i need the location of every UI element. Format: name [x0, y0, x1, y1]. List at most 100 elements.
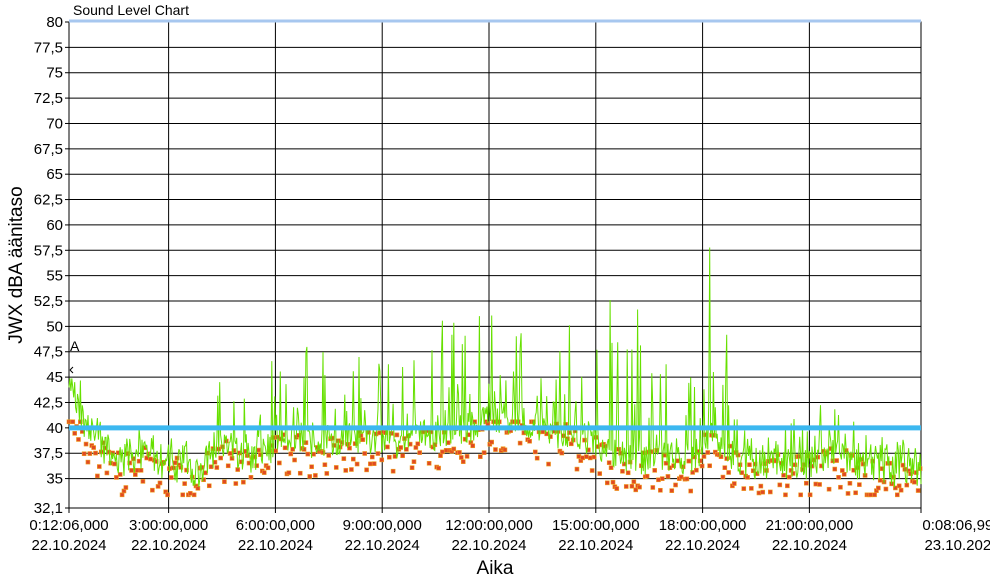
data-marker [722, 465, 728, 470]
data-marker [741, 486, 747, 491]
data-marker [369, 454, 375, 460]
data-marker [841, 471, 847, 477]
data-marker [70, 419, 76, 425]
data-marker [241, 479, 246, 485]
data-marker [426, 460, 432, 466]
data-marker [129, 468, 134, 473]
data-marker [309, 464, 314, 470]
data-marker [625, 470, 631, 476]
y-tick-label: 77,5 [34, 39, 63, 56]
data-marker [750, 468, 756, 474]
data-marker [206, 483, 212, 489]
data-marker [409, 465, 415, 470]
data-marker [290, 446, 295, 452]
y-tick-label: 60 [46, 217, 63, 234]
x-tick-labels: 0:12:06,000 22.10.2024 3:00:00,000 22.10.20… [29, 517, 990, 554]
data-marker [478, 454, 483, 459]
x-tick-date: 22.10.2024 [345, 537, 420, 554]
data-marker [165, 492, 170, 498]
data-marker [227, 451, 233, 456]
y-tick-label: 65 [46, 166, 63, 183]
data-marker [737, 462, 743, 468]
data-marker [169, 475, 174, 480]
data-marker [470, 443, 476, 449]
y-tick-label: 40 [46, 420, 63, 437]
y-tick-label: 47,5 [34, 344, 63, 361]
data-marker [438, 453, 443, 458]
y-tick-label: 55 [46, 268, 63, 285]
data-marker [172, 460, 178, 466]
data-marker [205, 450, 210, 456]
data-marker [277, 460, 282, 466]
y-tick-label: 52,5 [34, 293, 63, 310]
data-marker [400, 453, 405, 459]
data-marker [292, 457, 297, 463]
data-marker [792, 462, 798, 468]
data-marker [785, 483, 790, 489]
data-marker [798, 492, 803, 498]
data-marker [686, 458, 692, 464]
data-marker [95, 473, 100, 479]
y-tick-label: 62,5 [34, 192, 63, 209]
data-marker [387, 454, 392, 460]
data-marker [322, 462, 328, 468]
data-marker [532, 449, 538, 455]
data-marker [587, 455, 593, 461]
data-marker [760, 489, 766, 495]
data-marker [669, 488, 675, 493]
y-tick-label: 37,5 [34, 445, 63, 462]
data-marker [857, 482, 862, 487]
data-marker [140, 479, 146, 484]
data-marker [343, 468, 349, 473]
y-tick-label: 50 [46, 318, 63, 335]
data-marker [629, 483, 635, 489]
data-marker [832, 466, 838, 472]
data-marker [297, 470, 303, 476]
data-marker [114, 475, 119, 480]
data-marker [123, 485, 129, 490]
data-marker [411, 459, 417, 464]
data-marker [610, 479, 616, 485]
data-marker [845, 491, 851, 496]
y-tick-label: 75 [46, 65, 63, 82]
data-marker [777, 482, 783, 488]
data-marker [576, 454, 582, 459]
x-tick-label: 9:00:00,000 [343, 517, 422, 534]
data-marker [85, 459, 91, 465]
data-marker [701, 454, 707, 459]
data-marker [233, 481, 239, 486]
data-marker [385, 444, 390, 450]
chart-title: Sound Level Chart [73, 2, 189, 18]
data-marker [623, 484, 629, 489]
data-marker [440, 449, 445, 455]
y-tick-label: 72,5 [34, 90, 63, 107]
data-marker [451, 446, 457, 452]
data-marker [915, 488, 921, 493]
x-tick-date: 22.10.2024 [131, 537, 206, 554]
data-marker [180, 492, 186, 498]
data-marker [631, 479, 637, 484]
data-marker [707, 463, 712, 469]
data-marker [261, 470, 267, 475]
x-tick-date: 22.10.2024 [238, 537, 313, 554]
x-axis-title: Aika [477, 558, 514, 579]
data-marker [362, 451, 367, 456]
x-tick-label: 3:00:00,000 [129, 517, 208, 534]
data-marker [534, 455, 540, 461]
data-marker [658, 487, 663, 493]
y-tick-label: 42,5 [34, 394, 63, 411]
data-marker [72, 431, 77, 436]
data-marker [326, 453, 331, 458]
data-marker [460, 459, 466, 464]
data-marker [834, 458, 839, 463]
data-marker [608, 465, 614, 470]
y-tick-label: 80 [46, 14, 63, 31]
data-marker [665, 474, 671, 479]
data-marker [574, 466, 580, 472]
y-tick-label: 67,5 [34, 141, 63, 158]
data-marker [781, 472, 786, 478]
data-marker [589, 468, 595, 473]
data-marker [459, 455, 464, 460]
y-tick-label: 45 [46, 369, 63, 386]
data-marker [895, 492, 900, 498]
